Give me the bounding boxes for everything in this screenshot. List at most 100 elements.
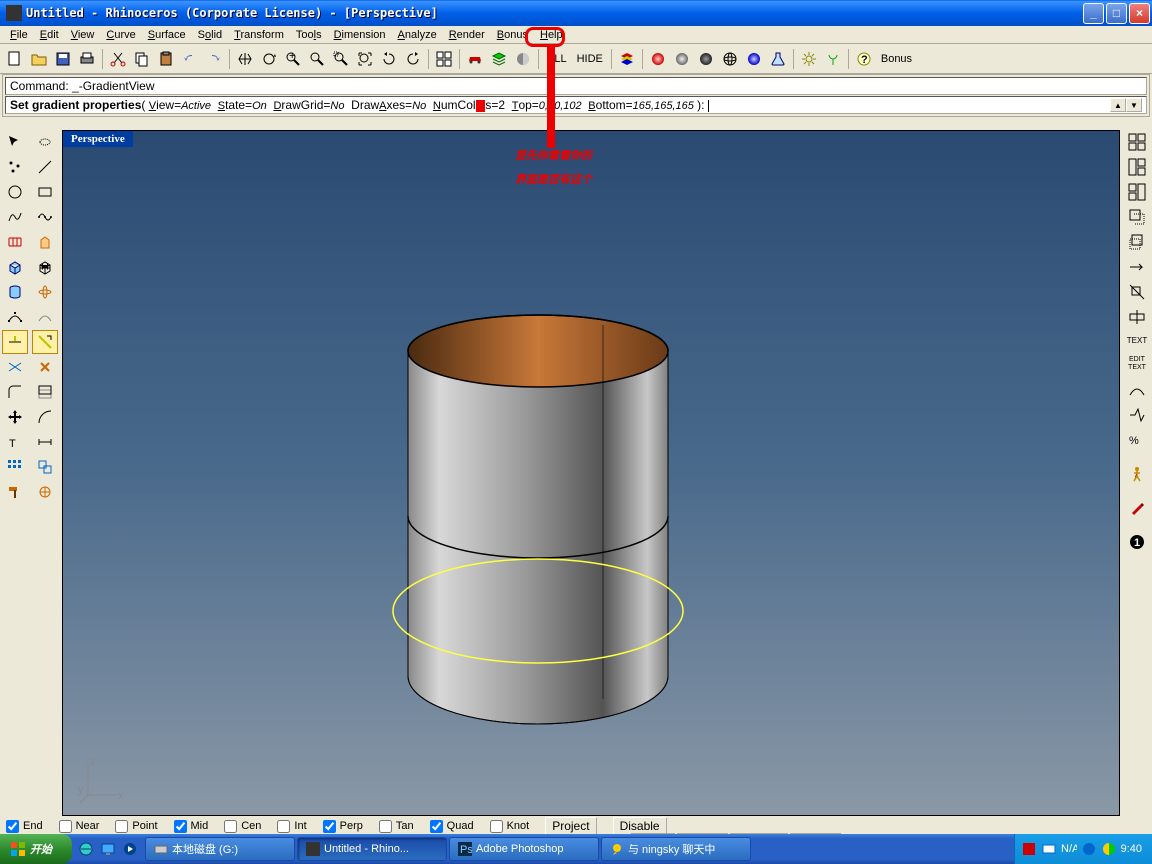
explode-tool[interactable] (32, 355, 58, 379)
mesh-box-tool[interactable] (32, 255, 58, 279)
lasso-tool[interactable] (32, 130, 58, 154)
layout-tool-1[interactable] (1124, 130, 1150, 154)
array-tool[interactable] (2, 455, 28, 479)
curve-interp-tool[interactable] (32, 205, 58, 229)
point-tool[interactable] (2, 155, 28, 179)
menu-analyze[interactable]: Analyze (392, 28, 443, 42)
copy-tool[interactable] (32, 455, 58, 479)
sphere-gray-icon[interactable] (671, 48, 693, 70)
close-button[interactable]: × (1129, 3, 1150, 24)
clock[interactable]: 9:40 (1121, 843, 1142, 855)
tray-icon-2[interactable] (1041, 841, 1057, 857)
tray-icon-4[interactable] (1081, 841, 1097, 857)
scroll-down-button[interactable]: ▼ (1126, 98, 1142, 112)
zoom-extents-button[interactable] (330, 48, 352, 70)
osnap-mid[interactable]: Mid (174, 820, 209, 833)
taskbar-item-disk[interactable]: 本地磁盘 (G:) (145, 837, 295, 861)
tray-icon-5[interactable] (1101, 841, 1117, 857)
curve-freeform-tool[interactable] (2, 205, 28, 229)
cylinder-object[interactable] (378, 306, 708, 736)
fillet-tool[interactable] (2, 380, 28, 404)
menu-view[interactable]: View (65, 28, 101, 42)
flask-icon[interactable] (767, 48, 789, 70)
osnap-quad[interactable]: Quad (430, 820, 474, 833)
sphere-blue-icon[interactable] (743, 48, 765, 70)
four-view-button[interactable] (433, 48, 455, 70)
redo-button[interactable] (203, 48, 225, 70)
offset-tool-1[interactable] (1124, 205, 1150, 229)
sphere-dark-icon[interactable] (695, 48, 717, 70)
box-tool[interactable] (2, 255, 28, 279)
save-button[interactable] (52, 48, 74, 70)
scale-rect-tool[interactable] (1124, 280, 1150, 304)
layout-tool-2[interactable] (1124, 155, 1150, 179)
curve-right-tool-1[interactable] (1124, 378, 1150, 402)
minimize-button[interactable]: _ (1083, 3, 1104, 24)
scroll-up-button[interactable]: ▲ (1110, 98, 1126, 112)
menu-curve[interactable]: Curve (100, 28, 141, 42)
text-tool[interactable]: T (2, 430, 28, 454)
tray-icon-3[interactable]: N/A (1061, 841, 1077, 857)
cylinder-tool[interactable] (2, 280, 28, 304)
chamfer-tool[interactable] (32, 380, 58, 404)
menu-tools[interactable]: Tools (290, 28, 328, 42)
text-label-tool[interactable]: TEXT (1124, 330, 1150, 350)
sphere-wire-icon[interactable] (719, 48, 741, 70)
zoom-selected-button[interactable] (354, 48, 376, 70)
copy-button[interactable] (131, 48, 153, 70)
viewport-canvas[interactable]: Perspective (63, 131, 1119, 815)
menu-surface[interactable]: Surface (142, 28, 192, 42)
arc-tool[interactable] (32, 405, 58, 429)
loft-tool[interactable] (2, 230, 28, 254)
layout-tool-3[interactable] (1124, 180, 1150, 204)
print-button[interactable] (76, 48, 98, 70)
start-button[interactable]: 开始 (0, 834, 72, 864)
record-tool[interactable]: 1 (1124, 530, 1150, 554)
bonus-label[interactable]: Bonus (877, 53, 916, 65)
taskbar-item-chat[interactable]: 与 ningsky 聊天中 (601, 837, 751, 861)
revolve-tool[interactable] (32, 280, 58, 304)
extrude-tool[interactable] (32, 230, 58, 254)
menu-transform[interactable]: Transform (228, 28, 290, 42)
system-tray[interactable]: N/A 9:40 (1014, 834, 1152, 864)
undo-view-button[interactable] (378, 48, 400, 70)
menu-render[interactable]: Render (443, 28, 491, 42)
osnap-int[interactable]: Int (277, 820, 306, 833)
osnap-near[interactable]: Near (59, 820, 100, 833)
pan-button[interactable] (234, 48, 256, 70)
menu-dimension[interactable]: Dimension (328, 28, 392, 42)
walk-tool[interactable] (1124, 462, 1150, 486)
open-button[interactable] (28, 48, 50, 70)
rectangle-tool[interactable] (32, 180, 58, 204)
dimension-tool[interactable] (32, 430, 58, 454)
osnap-perp[interactable]: Perp (323, 820, 363, 833)
orient-tool[interactable] (32, 480, 58, 504)
taskbar-item-photoshop[interactable]: Ps Adobe Photoshop (449, 837, 599, 861)
menu-edit[interactable]: Edit (34, 28, 65, 42)
move-tool[interactable] (2, 405, 28, 429)
circle-tool[interactable] (2, 180, 28, 204)
pointer-tool[interactable] (2, 130, 28, 154)
percent-tool[interactable]: % (1124, 428, 1150, 452)
undo-button[interactable] (179, 48, 201, 70)
redo-view-button[interactable] (402, 48, 424, 70)
paste-button[interactable] (155, 48, 177, 70)
offset-tool-2[interactable] (1124, 230, 1150, 254)
ie-icon[interactable] (76, 838, 96, 860)
menu-solid[interactable]: Solid (192, 28, 228, 42)
osnap-cen[interactable]: Cen (224, 820, 261, 833)
direction-arrow-tool[interactable] (1124, 255, 1150, 279)
menu-file[interactable]: File (4, 28, 34, 42)
osnap-end[interactable]: End (6, 820, 43, 833)
render-plant-icon[interactable] (822, 48, 844, 70)
scale-uniform-tool[interactable] (1124, 305, 1150, 329)
maximize-button[interactable]: □ (1106, 3, 1127, 24)
extend-tool[interactable] (32, 330, 58, 354)
shade-icon[interactable] (512, 48, 534, 70)
player-icon[interactable] (120, 838, 140, 860)
help-icon[interactable]: ? (853, 48, 875, 70)
zoom-window-button[interactable] (306, 48, 328, 70)
car-icon[interactable] (464, 48, 486, 70)
gear-icon[interactable] (798, 48, 820, 70)
curve-right-tool-2[interactable] (1124, 403, 1150, 427)
